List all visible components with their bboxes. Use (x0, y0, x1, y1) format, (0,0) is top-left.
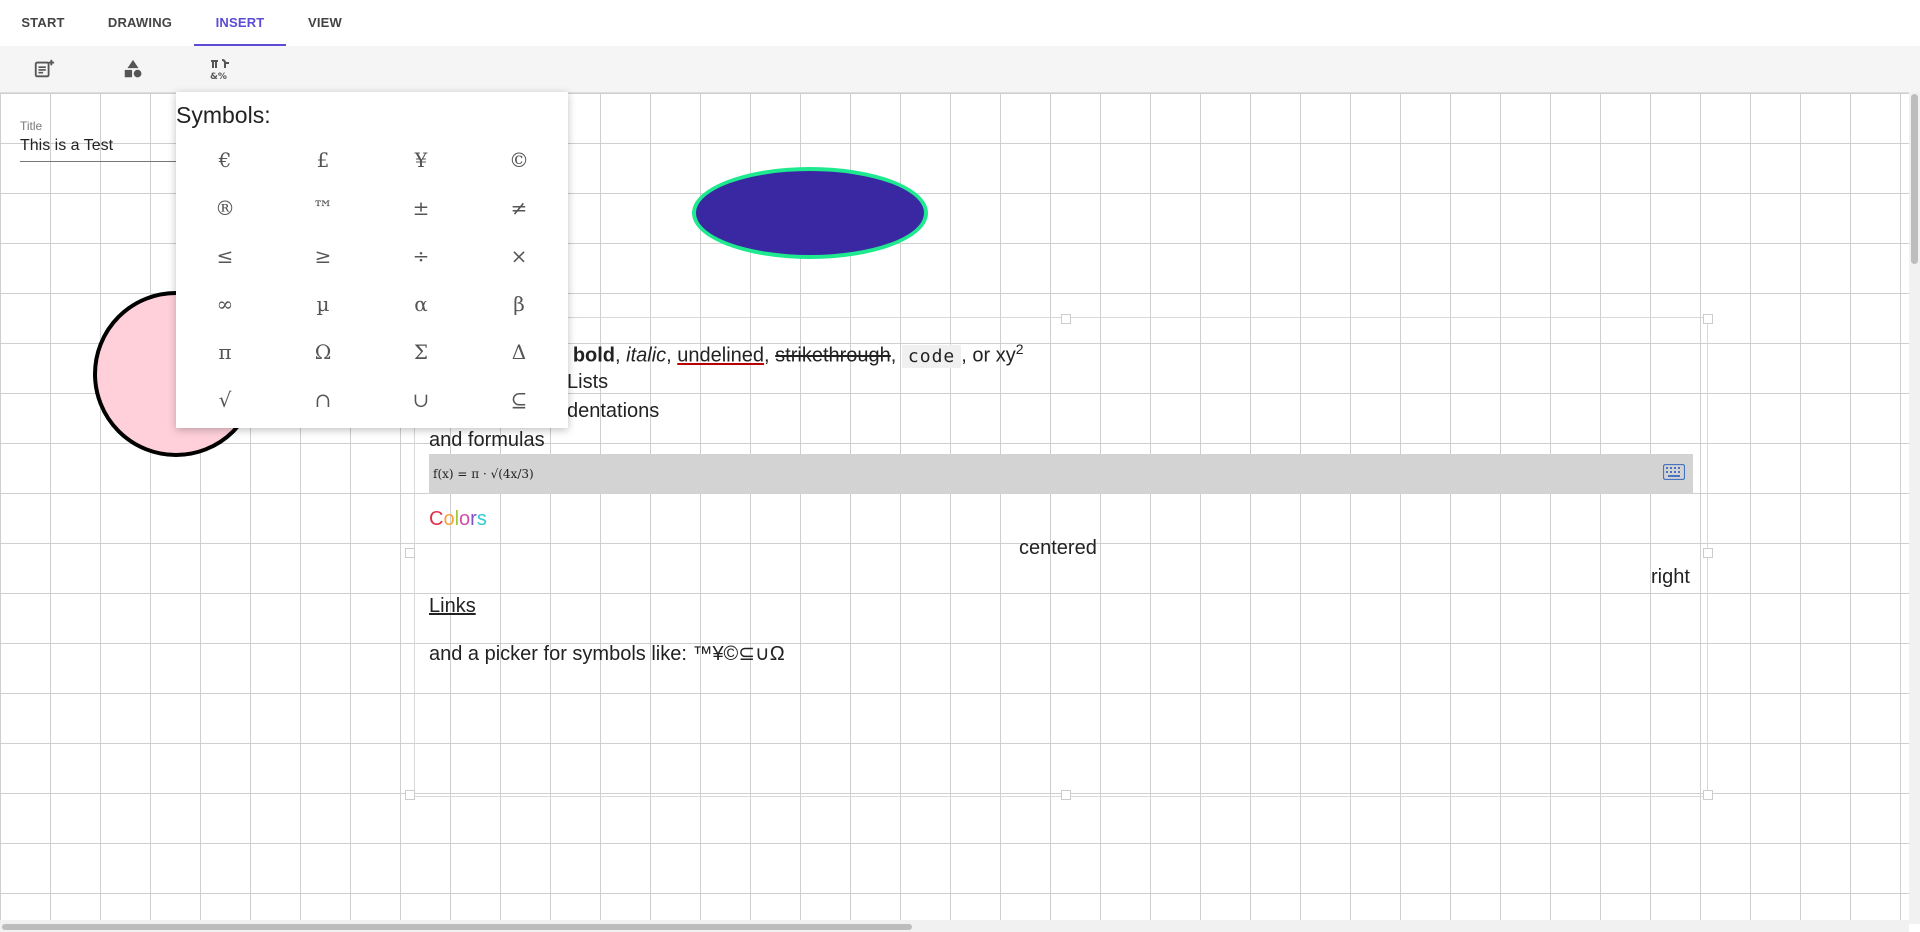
symbol-button[interactable]: ≠ (470, 184, 568, 232)
symbol-button[interactable]: ÷ (372, 232, 470, 280)
resize-handle[interactable] (405, 548, 415, 558)
symbol-button[interactable]: × (470, 232, 568, 280)
symbol-button[interactable]: ∞ (176, 280, 274, 328)
vertical-scrollbar[interactable] (1909, 92, 1920, 924)
horizontal-scrollbar[interactable] (0, 920, 1909, 932)
text-line-indentations: dentations (567, 400, 660, 422)
text-line-formulas: and formulas (429, 429, 545, 451)
toolbar: &% (0, 46, 1920, 92)
shapes-icon (124, 59, 142, 78)
symbol-button[interactable]: Σ (372, 328, 470, 376)
symbol-button[interactable]: ™ (274, 184, 372, 232)
resize-handle[interactable] (1703, 790, 1713, 800)
text-line-colors: Colors (429, 508, 487, 531)
resize-handle[interactable] (1061, 314, 1071, 324)
add-note-icon (34, 59, 55, 78)
symbol-button[interactable]: ∩ (274, 376, 372, 424)
text-separator: , (764, 344, 776, 367)
symbol-button[interactable]: ≤ (176, 232, 274, 280)
tab-view[interactable]: VIEW (292, 0, 358, 46)
symbol-button[interactable]: Ω (274, 328, 372, 376)
symbol-button[interactable]: ± (372, 184, 470, 232)
tab-drawing[interactable]: DRAWING (92, 0, 188, 46)
colored-letter: r (470, 508, 477, 530)
text-superscript: 2 (1015, 341, 1024, 357)
ellipse-shape[interactable] (692, 167, 928, 259)
symbol-button[interactable]: β (470, 280, 568, 328)
symbol-button[interactable]: ® (176, 184, 274, 232)
symbol-button[interactable]: α (372, 280, 470, 328)
text-separator: , (615, 344, 627, 367)
text-bold: bold (572, 344, 616, 367)
symbols-button[interactable]: &% (205, 54, 235, 84)
colored-letter: o (459, 508, 471, 530)
vertical-scrollbar-thumb[interactable] (1911, 94, 1918, 264)
symbols-title: Symbols: (176, 102, 271, 128)
text-separator: , (666, 344, 678, 367)
resize-handle[interactable] (1703, 548, 1713, 558)
title-input[interactable]: This is a Test (20, 137, 185, 162)
symbol-button[interactable]: √ (176, 376, 274, 424)
horizontal-scrollbar-thumb[interactable] (2, 924, 912, 930)
symbol-button[interactable]: ¥ (372, 136, 470, 184)
colored-letter: s (476, 508, 487, 530)
keyboard-icon[interactable] (1663, 464, 1685, 480)
title-field[interactable]: Title This is a Test (20, 119, 185, 162)
text-line-right: right (1651, 566, 1690, 588)
text-xy: xy (995, 344, 1016, 367)
colored-letter: o (443, 508, 455, 530)
text-box[interactable]: be bold, italic, undelined, strikethroug… (405, 314, 1713, 800)
resize-handle[interactable] (1703, 314, 1713, 324)
tab-start[interactable]: START (0, 0, 86, 46)
text-code: code (901, 344, 962, 368)
resize-handle[interactable] (1061, 790, 1071, 800)
symbol-button[interactable]: µ (274, 280, 372, 328)
formula-field[interactable]: f(x) = π · √(4x/3) (429, 454, 1693, 494)
text-line-picker: and a picker for symbols like: ™¥©⊆∪Ω (429, 643, 785, 665)
symbol-button[interactable]: € (176, 136, 274, 184)
symbol-button[interactable]: © (470, 136, 568, 184)
text-underlined: undelined (677, 344, 765, 367)
symbol-button[interactable]: ∪ (372, 376, 470, 424)
text-separator: , (890, 344, 902, 367)
symbol-button[interactable]: ⊆ (470, 376, 568, 424)
tab-bar: START DRAWING INSERT VIEW (0, 0, 1920, 46)
title-label: Title (20, 119, 43, 133)
formula-text: f(x) = π · √(4x/3) (433, 467, 534, 481)
text-italic: italic (626, 344, 667, 367)
colored-letter: C (429, 508, 444, 530)
symbol-button[interactable]: Δ (470, 328, 568, 376)
resize-handle[interactable] (405, 790, 415, 800)
text-line-lists: Lists (567, 371, 609, 393)
shapes-button[interactable] (118, 54, 148, 84)
text-separator: , or (961, 344, 996, 367)
symbol-button[interactable]: ≥ (274, 232, 372, 280)
symbol-button[interactable]: £ (274, 136, 372, 184)
tab-insert[interactable]: INSERT (194, 0, 286, 46)
add-note-button[interactable] (29, 54, 59, 84)
text-line-formatting: be bold, italic, undelined, strikethroug… (545, 341, 1024, 368)
text-strikethrough: strikethrough (775, 344, 891, 367)
symbol-button[interactable]: π (176, 328, 274, 376)
svg-text:&%: &% (210, 72, 227, 81)
symbols-icon: &% (210, 59, 229, 81)
text-line-centered: centered (1019, 537, 1097, 559)
symbols-popup: Symbols: € £ ¥ © ® ™ ± ≠ ≤ ≥ ÷ × ∞ µ α β π Ω Σ Δ √ ∩ ∪ ⊆ (176, 92, 568, 428)
text-link[interactable]: Links (429, 595, 476, 618)
